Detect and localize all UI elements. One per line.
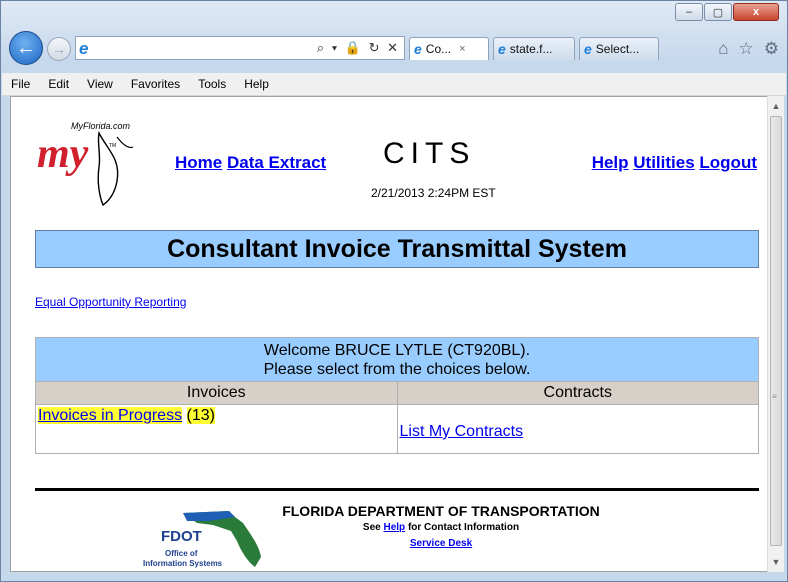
vertical-scrollbar[interactable]: ▲ ≡ ▼ — [767, 96, 784, 572]
footer-info: FLORIDA DEPARTMENT OF TRANSPORTATION See… — [251, 503, 631, 549]
maximize-button[interactable]: ▢ — [704, 3, 732, 21]
scroll-down-icon[interactable]: ▼ — [768, 554, 784, 570]
footer-see: See — [362, 522, 381, 533]
menu-bar: File Edit View Favorites Tools Help — [2, 73, 786, 96]
forward-button[interactable]: → — [47, 37, 71, 61]
gear-icon[interactable]: ⚙ — [764, 39, 779, 59]
back-button[interactable]: ← — [9, 31, 43, 65]
welcome-line-2: Please select from the choices below. — [263, 361, 531, 378]
timestamp: 2/21/2013 2:24PM EST — [371, 186, 496, 200]
contracts-cell: List My Contracts — [396, 404, 759, 454]
secondary-nav: Help Utilities Logout — [592, 153, 757, 173]
close-window-button[interactable]: x — [733, 3, 779, 21]
menu-help[interactable]: Help — [235, 77, 278, 91]
footer-service: Service Desk — [251, 538, 631, 549]
primary-nav: Home Data Extract — [175, 153, 326, 173]
address-input[interactable] — [100, 39, 314, 59]
nav-utilities-link[interactable]: Utilities — [633, 153, 694, 172]
service-desk-link[interactable]: Service Desk — [410, 538, 472, 549]
eor-container: Equal Opportunity Reporting — [35, 295, 186, 309]
menu-file[interactable]: File — [2, 77, 39, 91]
window-controls: – ▢ x — [675, 3, 779, 21]
menu-edit[interactable]: Edit — [39, 77, 78, 91]
footer-org: FLORIDA DEPARTMENT OF TRANSPORTATION — [282, 503, 600, 519]
browser-window: – ▢ x ← → e ⌕ ▾ 🔒 ↻ ✕ e Co... × e state.… — [0, 0, 788, 582]
browser-right-icons: ⌂ ☆ ⚙ — [718, 39, 779, 59]
page-viewport: MyFlorida.com my TM Home Data Extract CI… — [10, 96, 768, 572]
tab-select[interactable]: e Select... — [579, 37, 659, 60]
contracts-header: Contracts — [396, 381, 759, 405]
choices-row: Invoices in Progress (13) List My Contra… — [35, 404, 759, 454]
forward-arrow-icon: → — [52, 41, 66, 57]
tab-cits[interactable]: e Co... × — [409, 37, 489, 60]
menu-view[interactable]: View — [78, 77, 122, 91]
minimize-button[interactable]: – — [675, 3, 703, 21]
myflorida-logo: MyFlorida.com my TM — [37, 121, 134, 207]
logo-word: my — [37, 131, 89, 177]
browser-nav-row: ← → e ⌕ ▾ 🔒 ↻ ✕ e Co... × e state.f... e… — [1, 27, 787, 69]
choices-table: Welcome BRUCE LYTLE (CT920BL). Please se… — [35, 337, 759, 454]
equal-opportunity-link[interactable]: Equal Opportunity Reporting — [35, 295, 186, 309]
footer-divider — [35, 488, 759, 491]
footer-contact-text: for Contact Information — [407, 522, 520, 533]
ie-tab-icon: e — [414, 41, 422, 57]
ie-tab-icon: e — [498, 41, 506, 57]
nav-logout-link[interactable]: Logout — [699, 153, 757, 172]
footer-help-link[interactable]: Help — [384, 522, 406, 533]
fdot-line-2: Information Systems — [143, 559, 223, 568]
menu-tools[interactable]: Tools — [189, 77, 235, 91]
footer-contact: See Help for Contact Information — [251, 522, 631, 533]
address-bar[interactable]: e ⌕ ▾ 🔒 ↻ ✕ — [75, 36, 405, 60]
system-banner: Consultant Invoice Transmittal System — [35, 230, 759, 268]
scroll-grip-icon: ≡ — [772, 392, 777, 401]
nav-data-extract-link[interactable]: Data Extract — [227, 153, 326, 172]
app-title: CITS — [383, 137, 476, 170]
welcome-cell: Welcome BRUCE LYTLE (CT920BL). Please se… — [35, 337, 759, 382]
tab-label: state.f... — [509, 42, 553, 56]
scroll-up-icon[interactable]: ▲ — [768, 98, 784, 114]
nav-help-link[interactable]: Help — [592, 153, 629, 172]
logo-tagline: MyFlorida.com — [71, 121, 131, 131]
close-tab-icon[interactable]: × — [459, 43, 465, 55]
header-row: Invoices Contracts — [35, 381, 759, 405]
invoices-count: (13) — [186, 407, 215, 424]
nav-home-link[interactable]: Home — [175, 153, 222, 172]
ie-tab-icon: e — [584, 41, 592, 57]
list-my-contracts-link[interactable]: List My Contracts — [400, 423, 524, 440]
tab-label: Co... — [425, 42, 452, 56]
tab-label: Select... — [595, 42, 640, 56]
invoices-header: Invoices — [35, 381, 398, 405]
invoices-cell: Invoices in Progress (13) — [35, 404, 398, 454]
menu-favorites[interactable]: Favorites — [122, 77, 189, 91]
back-arrow-icon: ← — [16, 36, 36, 59]
fdot-logo: FDOT Office of Information Systems — [143, 511, 261, 568]
fdot-line-1: Office of — [165, 549, 198, 558]
welcome-row: Welcome BRUCE LYTLE (CT920BL). Please se… — [35, 337, 759, 382]
welcome-line-1: Welcome BRUCE LYTLE (CT920BL). — [263, 342, 531, 359]
tab-state[interactable]: e state.f... — [493, 37, 575, 60]
ie-page-icon: e — [79, 39, 89, 58]
address-tools[interactable]: ⌕ ▾ 🔒 ↻ ✕ — [317, 40, 400, 56]
favorites-star-icon[interactable]: ☆ — [739, 39, 754, 59]
home-icon[interactable]: ⌂ — [718, 39, 728, 59]
fdot-abbr: FDOT — [161, 528, 202, 545]
logo-tm: TM — [109, 143, 116, 149]
invoices-in-progress-link[interactable]: Invoices in Progress — [38, 407, 183, 424]
scroll-thumb[interactable] — [770, 116, 782, 546]
